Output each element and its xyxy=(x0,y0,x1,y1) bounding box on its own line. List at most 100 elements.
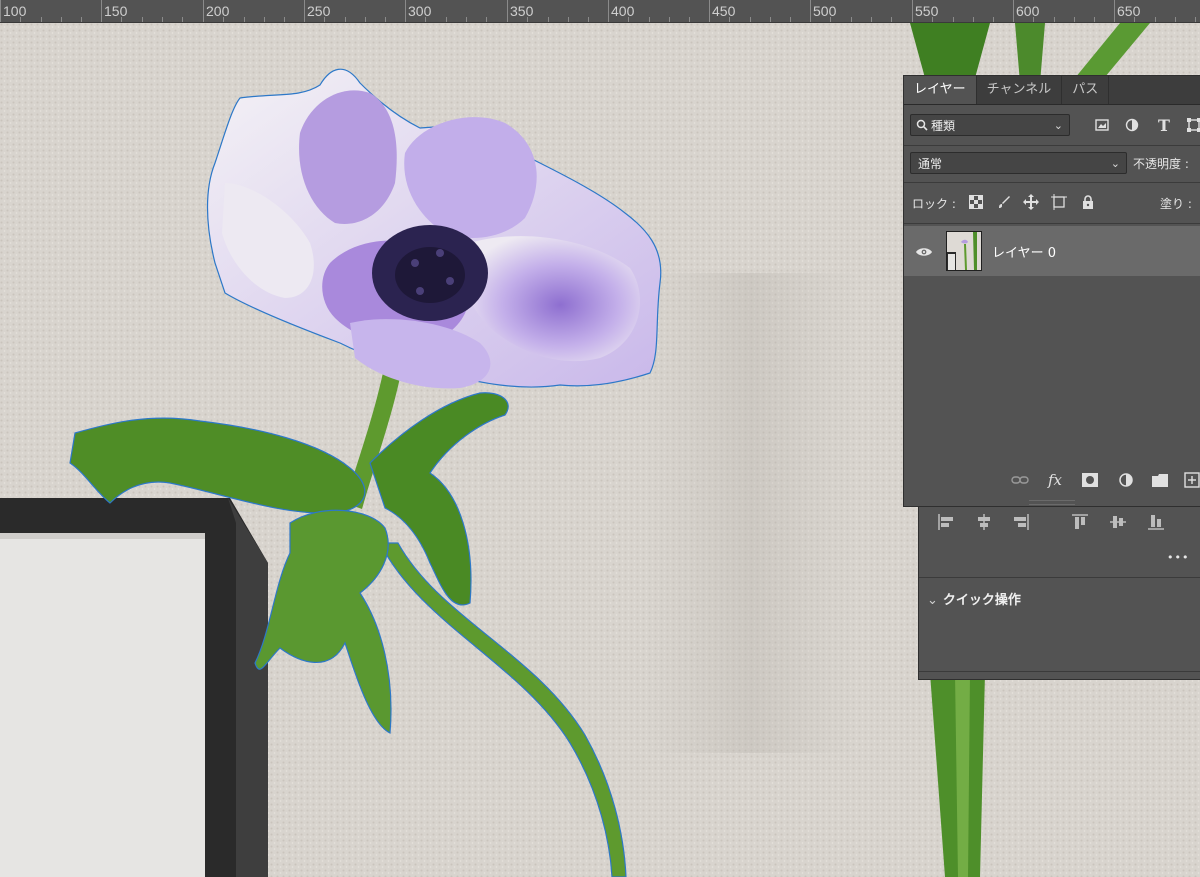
adjustment-layer-filter-icon[interactable] xyxy=(1122,115,1142,135)
ruler-minor-tick xyxy=(973,17,974,22)
align-left-icon[interactable] xyxy=(937,513,955,531)
ruler-major-tick xyxy=(101,0,102,22)
ruler-minor-tick xyxy=(142,17,143,22)
more-options-button[interactable]: ••• xyxy=(1167,551,1189,564)
pixel-layer-filter-icon[interactable] xyxy=(1092,115,1112,135)
blend-mode-dropdown[interactable]: 通常 ⌄ xyxy=(910,152,1127,174)
lock-label: ロック : xyxy=(912,197,956,211)
panel-resize-grip[interactable] xyxy=(1029,500,1075,505)
properties-panel: ••• ⌄ クイック操作 xyxy=(918,506,1200,680)
ruler-minor-tick xyxy=(1033,17,1034,22)
eye-visibility-icon[interactable] xyxy=(916,243,932,262)
shape-layer-filter-icon[interactable] xyxy=(1184,115,1200,135)
ruler-label: 600 xyxy=(1016,3,1040,19)
ruler-minor-tick xyxy=(324,17,325,22)
ruler-minor-tick xyxy=(628,17,629,22)
ruler-label: 200 xyxy=(206,3,230,19)
fill-label: 塗り : xyxy=(1160,197,1192,211)
ruler-major-tick xyxy=(405,0,406,22)
tab-layers[interactable]: レイヤー xyxy=(904,76,977,104)
ruler-minor-tick xyxy=(121,17,122,22)
align-horizontal-center-icon[interactable] xyxy=(975,513,993,531)
link-icon[interactable] xyxy=(1010,470,1030,490)
tab-paths[interactable]: パス xyxy=(1062,76,1110,104)
ruler-minor-tick xyxy=(365,17,366,22)
lock-transparency-icon[interactable] xyxy=(966,192,986,212)
type-layer-filter-icon[interactable]: T xyxy=(1154,115,1174,135)
lock-artboard-icon[interactable] xyxy=(1049,192,1069,212)
quick-actions-section[interactable]: ⌄ クイック操作 xyxy=(927,589,1021,608)
ruler-label: 150 xyxy=(104,3,128,19)
adjustment-icon[interactable] xyxy=(1116,470,1136,490)
ruler-minor-tick xyxy=(41,17,42,22)
lock-image-brush-icon[interactable] xyxy=(994,192,1014,212)
picture-frame xyxy=(0,498,268,877)
ruler-minor-tick xyxy=(446,17,447,22)
search-icon xyxy=(916,115,928,137)
blend-mode-value: 通常 xyxy=(918,157,943,171)
align-vertical-center-icon[interactable] xyxy=(1109,513,1127,531)
ruler-minor-tick xyxy=(669,17,670,22)
ruler-label: 350 xyxy=(510,3,534,19)
ruler-minor-tick xyxy=(770,17,771,22)
ruler-minor-tick xyxy=(1054,17,1055,22)
new-layer-icon[interactable] xyxy=(1182,470,1200,490)
ruler-major-tick xyxy=(810,0,811,22)
ruler-minor-tick xyxy=(20,17,21,22)
ruler-label: 100 xyxy=(3,3,27,19)
blend-row: 通常 ⌄ 不透明度 : xyxy=(904,152,1200,176)
ruler-major-tick xyxy=(203,0,204,22)
ruler-minor-tick xyxy=(729,17,730,22)
ruler-minor-tick xyxy=(830,17,831,22)
ruler-minor-tick xyxy=(284,17,285,22)
ruler-minor-tick xyxy=(790,17,791,22)
align-bottom-icon[interactable] xyxy=(1147,513,1165,531)
ruler-minor-tick xyxy=(264,17,265,22)
divider xyxy=(904,145,1200,146)
ruler-label: 400 xyxy=(611,3,635,19)
ruler-label: 550 xyxy=(915,3,939,19)
lock-position-move-icon[interactable] xyxy=(1021,192,1041,212)
ruler-minor-tick xyxy=(345,17,346,22)
folder-icon[interactable] xyxy=(1150,470,1170,490)
layer-thumbnail xyxy=(946,231,982,271)
ruler-minor-tick xyxy=(588,17,589,22)
ruler-label: 250 xyxy=(307,3,331,19)
ruler-label: 500 xyxy=(813,3,837,19)
filter-kind-label: 種類 xyxy=(931,119,956,133)
ruler-major-tick xyxy=(1013,0,1014,22)
ruler-minor-tick xyxy=(385,17,386,22)
lock-row: ロック : 塗り : xyxy=(904,192,1200,214)
ruler-label: 650 xyxy=(1117,3,1141,19)
ruler-minor-tick xyxy=(61,17,62,22)
chevron-down-icon: ⌄ xyxy=(1110,157,1120,170)
fx-icon[interactable]: fx xyxy=(1045,470,1065,490)
tab-channels[interactable]: チャンネル xyxy=(977,76,1063,104)
layer-row[interactable]: レイヤー 0 xyxy=(904,226,1200,276)
mask-icon[interactable] xyxy=(1080,470,1100,490)
ruler-minor-tick xyxy=(244,17,245,22)
horizontal-ruler[interactable]: 100 150 200 250 300 350 400 450 500 550 600 650 xyxy=(0,0,1200,23)
lock-all-icon[interactable] xyxy=(1078,192,1098,212)
ruler-minor-tick xyxy=(750,17,751,22)
ruler-minor-tick xyxy=(932,17,933,22)
opacity-label: 不透明度 : xyxy=(1133,157,1189,171)
ruler-minor-tick xyxy=(1094,17,1095,22)
ruler-minor-tick xyxy=(993,17,994,22)
layers-panel-footer: fx xyxy=(904,466,1200,496)
wall-shadow xyxy=(640,273,860,753)
align-top-icon[interactable] xyxy=(1071,513,1089,531)
layer-name[interactable]: レイヤー 0 xyxy=(992,242,1056,261)
ruler-minor-tick xyxy=(1175,17,1176,22)
ruler-minor-tick xyxy=(1134,17,1135,22)
ruler-major-tick xyxy=(1114,0,1115,22)
ruler-minor-tick xyxy=(223,17,224,22)
filter-kind-dropdown[interactable]: 種類 ⌄ xyxy=(910,114,1070,136)
ruler-major-tick xyxy=(912,0,913,22)
ruler-minor-tick xyxy=(1195,17,1196,22)
align-right-icon[interactable] xyxy=(1012,513,1030,531)
ruler-major-tick xyxy=(507,0,508,22)
ruler-minor-tick xyxy=(1074,17,1075,22)
ruler-minor-tick xyxy=(425,17,426,22)
ruler-major-tick xyxy=(304,0,305,22)
